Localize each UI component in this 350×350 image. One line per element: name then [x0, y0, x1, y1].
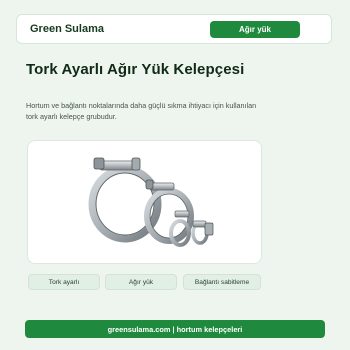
product-image-card	[27, 140, 262, 264]
footer-bar: greensulama.com | hortum kelepçeleri	[25, 320, 325, 338]
top-bar: Green Sulama Ağır yük	[16, 14, 332, 44]
tag-heavy-load[interactable]: Ağır yük	[105, 274, 177, 290]
tag-connection-fixing[interactable]: Bağlantı sabitleme	[183, 274, 261, 290]
clamp-product-image	[88, 157, 214, 247]
tag-torque-adjustable[interactable]: Tork ayarlı	[28, 274, 100, 290]
page-title: Tork Ayarlı Ağır Yük Kelepçesi	[26, 61, 245, 78]
heavy-load-button[interactable]: Ağır yük	[210, 21, 300, 38]
brand-logo-text[interactable]: Green Sulama	[30, 23, 104, 35]
product-description: Hortum ve bağlantı noktalarında daha güç…	[26, 101, 257, 121]
